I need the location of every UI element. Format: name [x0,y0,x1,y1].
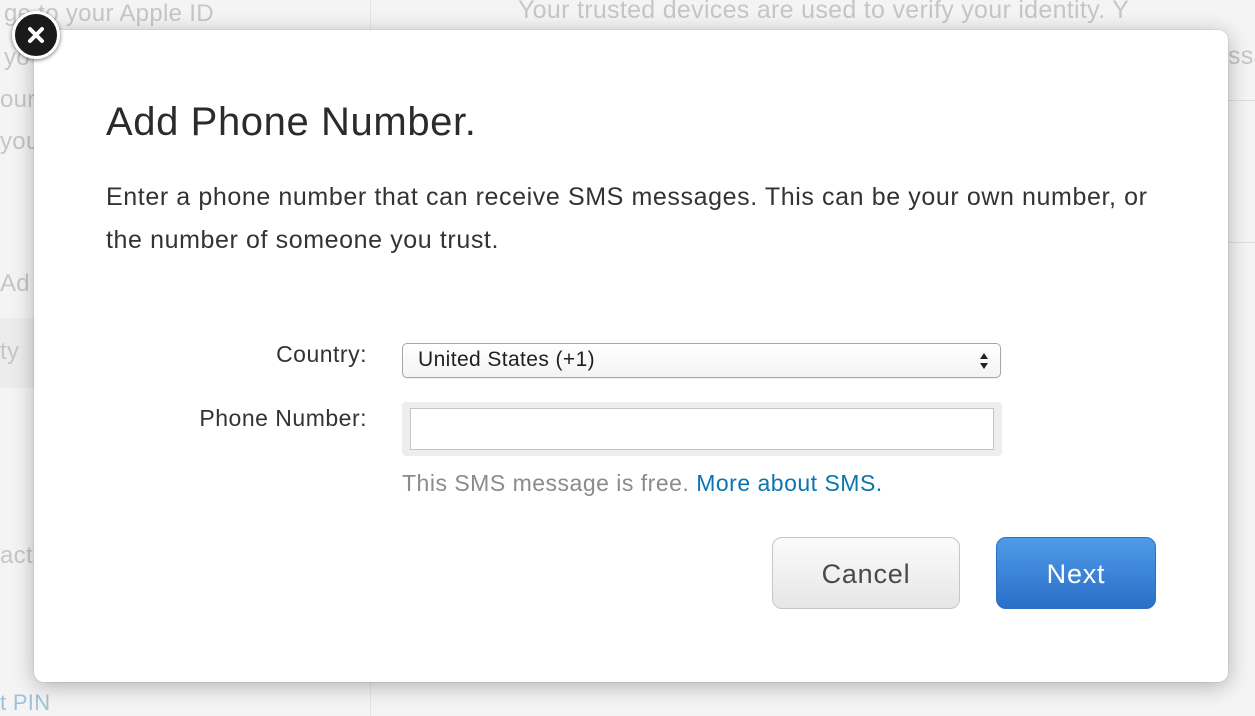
phone-number-label: Phone Number: [199,405,367,431]
background-divider [1228,100,1255,101]
dialog-description: Enter a phone number that can receive SM… [106,183,1148,254]
add-phone-dialog: Add Phone Number. Enter a phone number t… [34,30,1228,682]
country-label: Country: [276,341,367,367]
background-text: Your trusted devices are used to verify … [518,0,1130,24]
close-button[interactable] [12,11,60,59]
background-link: t PIN [0,690,51,715]
background-text: Ad [0,270,30,297]
background-text: our [0,86,36,113]
phone-number-input[interactable] [410,408,994,450]
sms-note: This SMS message is free. More about SMS… [402,470,883,497]
close-icon [28,27,44,43]
country-selected-value: United States (+1) [418,348,596,371]
dialog-title: Add Phone Number. [106,100,477,144]
more-about-sms-link[interactable]: More about SMS. [696,470,882,496]
background-text: act [0,542,33,569]
phone-number-field-wrapper [402,402,1002,456]
background-text: ty [0,338,20,365]
select-arrows-icon [980,353,988,369]
background-text: ssa [1228,42,1255,70]
cancel-button[interactable]: Cancel [772,537,960,609]
background-divider [1228,242,1255,243]
next-button[interactable]: Next [996,537,1156,609]
country-select[interactable]: United States (+1) [402,343,1001,378]
sms-free-text: This SMS message is free. [402,470,690,496]
